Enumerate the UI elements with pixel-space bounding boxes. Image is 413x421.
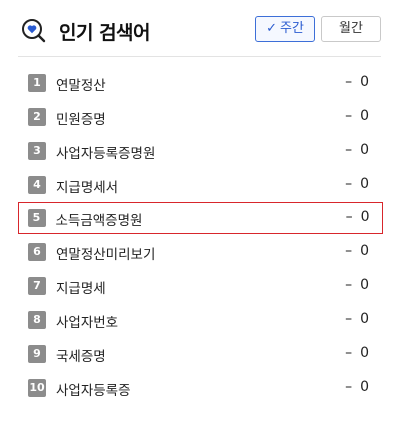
rank-change: –0 bbox=[345, 277, 369, 293]
list-item[interactable]: 8 사업자번호 –0 bbox=[18, 304, 383, 336]
monthly-toggle-button[interactable]: 월간 bbox=[321, 16, 381, 42]
header-divider bbox=[18, 56, 381, 57]
list-item[interactable]: 2 민원증명 –0 bbox=[18, 101, 383, 133]
rank-badge: 4 bbox=[28, 176, 46, 194]
search-term-link[interactable]: 연말정산미리보기 bbox=[56, 243, 155, 263]
list-item[interactable]: 4 지급명세서 –0 bbox=[18, 169, 383, 201]
search-term-link[interactable]: 지급명세서 bbox=[56, 176, 118, 196]
list-item[interactable]: 1 연말정산 –0 bbox=[18, 67, 383, 99]
rank-badge: 9 bbox=[28, 345, 46, 363]
rank-badge: 2 bbox=[28, 108, 46, 126]
search-term-link[interactable]: 사업자등록증 bbox=[56, 379, 131, 399]
list-item-highlighted[interactable]: 5 소득금액증명원 –0 bbox=[18, 202, 383, 234]
rank-badge: 7 bbox=[28, 277, 46, 295]
rank-change: –0 bbox=[345, 142, 369, 158]
weekly-toggle-button[interactable]: ✓ 주간 bbox=[255, 16, 315, 42]
list-item[interactable]: 9 국세증명 –0 bbox=[18, 338, 383, 370]
search-term-link[interactable]: 연말정산 bbox=[56, 74, 106, 94]
popular-search-panel: 인기 검색어 ✓ 주간 월간 1 연말정산 –0 2 민원증명 –0 3 사업자등… bbox=[0, 0, 413, 421]
rank-change: –0 bbox=[345, 74, 369, 90]
weekly-label: 주간 bbox=[279, 21, 304, 36]
checkmark-icon: ✓ bbox=[266, 21, 277, 36]
rank-change: –0 bbox=[345, 243, 369, 259]
rank-badge: 3 bbox=[28, 142, 46, 160]
list-item[interactable]: 7 지급명세 –0 bbox=[18, 270, 383, 302]
search-term-link[interactable]: 소득금액증명원 bbox=[56, 209, 143, 229]
search-term-link[interactable]: 민원증명 bbox=[56, 108, 106, 128]
search-term-link[interactable]: 사업자등록증명원 bbox=[56, 142, 155, 162]
rank-change: –0 bbox=[345, 176, 369, 192]
rank-change: –0 bbox=[345, 311, 369, 327]
search-term-link[interactable]: 지급명세 bbox=[56, 277, 106, 297]
monthly-label: 월간 bbox=[339, 21, 363, 36]
rank-change: –0 bbox=[345, 345, 369, 361]
list-item[interactable]: 10 사업자등록증 –0 bbox=[18, 372, 383, 404]
search-heart-icon bbox=[21, 18, 47, 44]
rank-badge: 1 bbox=[28, 74, 46, 92]
rank-change: –0 bbox=[345, 379, 369, 395]
rank-change: –0 bbox=[345, 208, 370, 225]
panel-title: 인기 검색어 bbox=[59, 22, 151, 44]
search-term-link[interactable]: 국세증명 bbox=[56, 345, 106, 365]
rank-badge: 5 bbox=[27, 208, 46, 227]
search-term-link[interactable]: 사업자번호 bbox=[56, 311, 118, 331]
list-item[interactable]: 3 사업자등록증명원 –0 bbox=[18, 135, 383, 167]
rank-badge: 6 bbox=[28, 243, 46, 261]
rank-badge: 8 bbox=[28, 311, 46, 329]
rank-badge: 10 bbox=[28, 379, 46, 397]
list-item[interactable]: 6 연말정산미리보기 –0 bbox=[18, 236, 383, 268]
panel-header: 인기 검색어 ✓ 주간 월간 bbox=[21, 14, 381, 46]
rank-change: –0 bbox=[345, 108, 369, 124]
